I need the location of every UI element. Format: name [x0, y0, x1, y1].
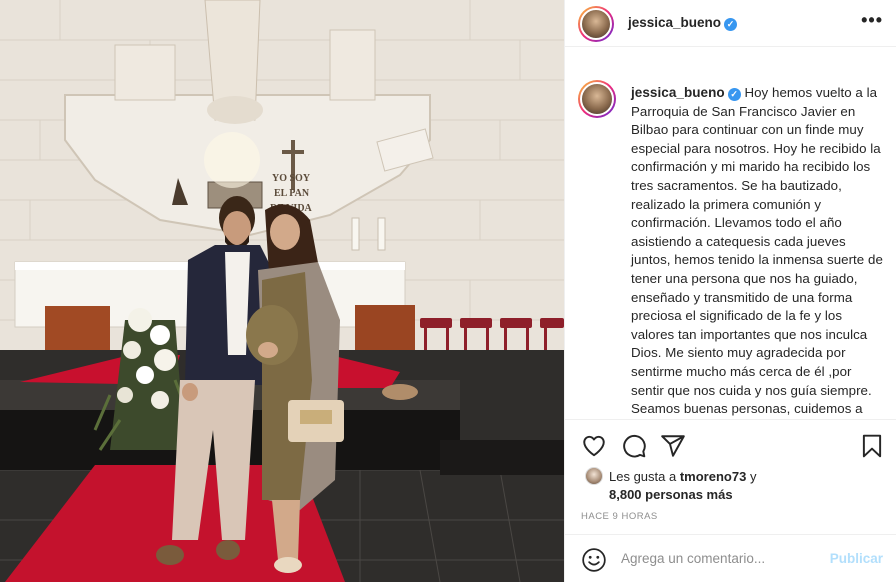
share-icon[interactable]	[660, 433, 686, 459]
post-timestamp[interactable]: HACE 9 HORAS	[581, 511, 658, 522]
comment-icon[interactable]	[621, 433, 647, 459]
username-text[interactable]: jessica_bueno	[628, 15, 721, 30]
caption-username-text[interactable]: jessica_bueno	[631, 85, 725, 100]
verified-icon: ✓	[727, 88, 741, 101]
caption-avatar[interactable]	[578, 80, 616, 118]
altar-inscription-1: YO SOY	[272, 173, 311, 184]
caption-body: Hoy hemos vuelto a la Parroquia de San F…	[631, 85, 883, 417]
church-photo: YO SOY EL PAN DE VIDA	[0, 0, 564, 582]
liker-avatar[interactable]	[585, 467, 603, 485]
header-username[interactable]: jessica_bueno ✓	[628, 15, 738, 31]
likes-conjunction: y	[749, 469, 757, 484]
altar-inscription-2: EL PAN	[274, 188, 310, 199]
caption-section: jessica_bueno ✓ Hoy hemos vuelto a la Par…	[565, 47, 896, 419]
castle-tower-right	[329, 29, 376, 101]
publish-button[interactable]: Publicar	[830, 551, 883, 566]
heart-icon[interactable]	[581, 433, 607, 459]
caption-username[interactable]: jessica_bueno ✓	[631, 85, 741, 101]
likes-summary: Les gusta a tmoreno73 y 8,800 personas m…	[585, 467, 756, 504]
candle-left	[351, 217, 360, 251]
bookmark-icon[interactable]	[859, 433, 885, 459]
candle-right	[377, 217, 386, 251]
likes-count[interactable]: 8,800 personas más	[585, 486, 756, 504]
avatar[interactable]	[578, 6, 614, 42]
comment-bar: Agrega un comentario... Publicar	[565, 534, 896, 582]
post-photo[interactable]: YO SOY EL PAN DE VIDA	[0, 0, 564, 582]
liker-username[interactable]: tmoreno73	[680, 469, 746, 484]
likes-prefix: Les gusta a	[609, 469, 677, 484]
post-header: jessica_bueno ✓ •••	[565, 0, 896, 47]
emoji-icon[interactable]	[581, 547, 607, 573]
basket	[382, 384, 418, 400]
castle-tower-left	[114, 44, 176, 101]
post-side-panel: jessica_bueno ✓ ••• jessica_bueno ✓ Hoy he…	[564, 0, 896, 582]
comment-input[interactable]: Agrega un comentario...	[621, 551, 765, 566]
actions-section: Les gusta a tmoreno73 y 8,800 personas m…	[565, 419, 896, 582]
caption-text: jessica_bueno ✓ Hoy hemos vuelto a la Par…	[631, 84, 883, 419]
verified-icon: ✓	[724, 18, 738, 31]
more-icon[interactable]: •••	[861, 10, 883, 31]
